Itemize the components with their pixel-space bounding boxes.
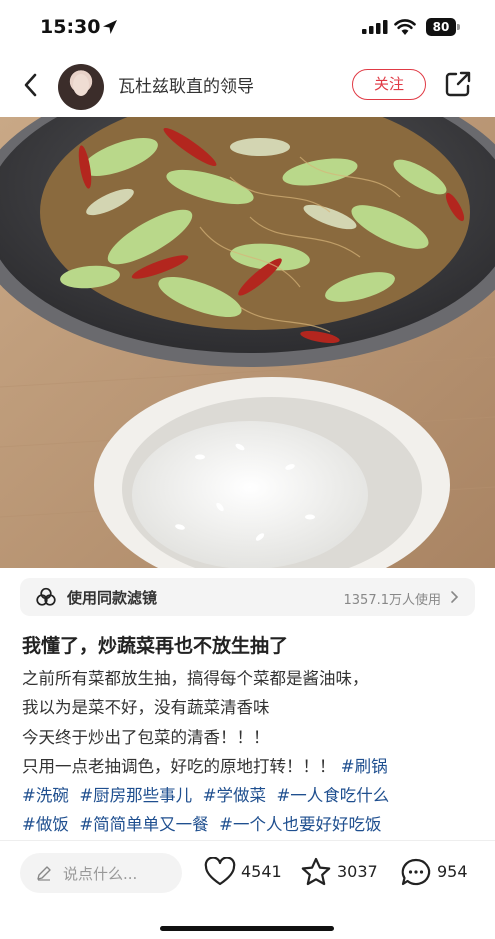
collect-count: 3037 — [337, 862, 378, 881]
home-indicator[interactable] — [160, 926, 334, 931]
pencil-icon — [37, 866, 51, 881]
filter-label: 使用同款滤镜 — [67, 589, 158, 607]
hashtag[interactable]: #刷锅 — [341, 757, 388, 776]
post-line: 今天终于炒出了包菜的清香！！！ — [22, 727, 270, 747]
comment-placeholder: 说点什么... — [63, 865, 138, 883]
heart-icon — [204, 857, 236, 886]
post-line: 我以为是菜不好，没有蔬菜清香味 — [22, 698, 270, 718]
food-photo[interactable] — [0, 117, 495, 568]
post-body: 之前所有菜都放生抽，搞得每个菜都是酱油味， 我以为是菜不好，没有蔬菜清香味 今天… — [22, 664, 482, 840]
share-icon[interactable] — [444, 70, 472, 98]
hashtag[interactable]: #简简单单又一餐 — [79, 815, 208, 834]
author-header: 瓦杜兹耿直的领导 关注 — [0, 58, 495, 112]
avatar[interactable] — [58, 64, 104, 110]
food-photo-illustration — [0, 117, 495, 568]
post-title: 我懂了，炒蔬菜再也不放生抽了 — [22, 635, 289, 657]
battery-level: 80 — [426, 18, 456, 36]
battery-icon: 80 — [426, 18, 460, 36]
status-time: 15:30 — [40, 16, 101, 38]
post-line: #做饭 #简简单单又一餐 #一个人也要好好吃饭 — [22, 810, 482, 839]
cellular-signal-icon — [362, 20, 388, 34]
hashtag[interactable]: #洗碗 — [22, 786, 69, 805]
collect-button[interactable]: 3037 — [300, 855, 386, 891]
back-icon[interactable] — [18, 70, 44, 100]
same-filter-button[interactable]: 使用同款滤镜 1357.1万人使用 — [20, 578, 475, 616]
hashtag[interactable]: #学做菜 — [203, 786, 266, 805]
comments-button[interactable]: 954 — [400, 855, 486, 891]
hashtag[interactable]: #一人食吃什么 — [276, 786, 389, 805]
post-line: #洗碗 #厨房那些事儿 #学做菜 #一人食吃什么 — [22, 781, 482, 810]
post-line-text: 只用一点老抽调色，好吃的原地打转！！！ — [22, 756, 336, 776]
hashtag[interactable]: #一个人也要好好吃饭 — [219, 815, 381, 834]
comment-bubble-icon — [401, 858, 431, 886]
follow-button[interactable]: 关注 — [352, 69, 426, 100]
post-line: 之前所有菜都放生抽，搞得每个菜都是酱油味， — [22, 669, 369, 688]
comment-count: 954 — [437, 862, 468, 881]
filter-icon — [36, 587, 56, 606]
status-bar: 15:30 80 — [0, 0, 495, 56]
like-button[interactable]: 4541 — [204, 855, 290, 891]
location-arrow-icon — [103, 20, 117, 34]
filter-usage-count: 1357.1万人使用 — [343, 593, 442, 608]
bottom-action-bar: 说点什么... 4541 3037 954 — [0, 840, 495, 939]
like-count: 4541 — [241, 862, 282, 881]
chevron-right-icon — [451, 591, 459, 603]
comment-input[interactable]: 说点什么... — [20, 853, 182, 893]
star-icon — [301, 857, 331, 886]
hashtag[interactable]: #厨房那些事儿 — [79, 786, 192, 805]
wifi-icon — [394, 19, 416, 35]
post-line: 只用一点老抽调色，好吃的原地打转！！！ #刷锅 — [22, 752, 482, 781]
hashtag[interactable]: #做饭 — [22, 815, 69, 834]
author-name[interactable]: 瓦杜兹耿直的领导 — [118, 72, 254, 97]
